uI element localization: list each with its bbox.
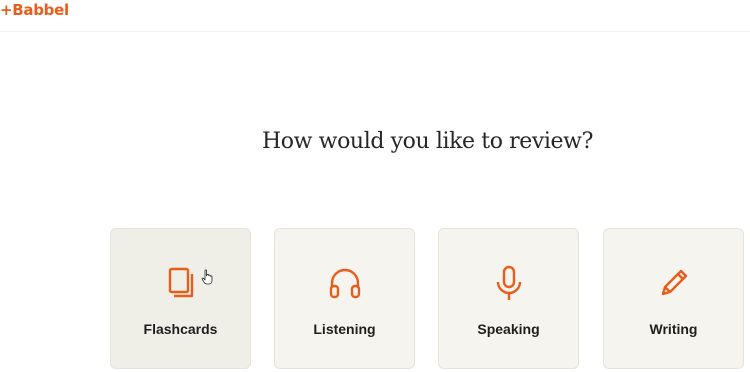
page-title: How would you like to review? (262, 129, 593, 154)
listening-option-card[interactable]: Listening (274, 228, 415, 369)
writing-label: Writing (649, 321, 698, 337)
pencil-icon (661, 269, 687, 296)
speaking-label: Speaking (477, 321, 540, 337)
headphones-icon (329, 268, 360, 299)
hand-cursor-icon (201, 269, 213, 285)
listening-label: Listening (313, 321, 376, 337)
babbel-logo[interactable]: +Babbel (0, 1, 69, 19)
flashcards-icon (168, 267, 193, 298)
writing-option-card[interactable]: Writing (603, 228, 744, 369)
speaking-option-card[interactable]: Speaking (438, 228, 579, 369)
flashcards-label: Flashcards (143, 321, 218, 337)
microphone-icon (496, 265, 521, 300)
flashcards-option-card[interactable]: Flashcards (110, 228, 251, 369)
top-bar: +Babbel (0, 0, 750, 32)
